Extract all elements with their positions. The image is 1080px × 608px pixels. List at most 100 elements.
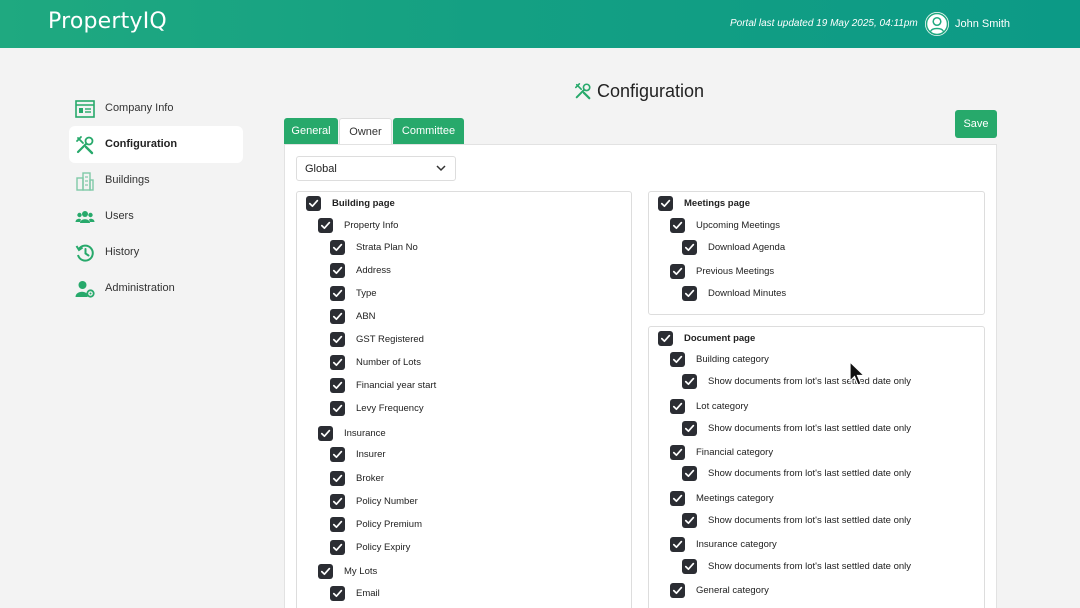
sidebar-item-administration[interactable]: Administration [69, 270, 243, 307]
checkmark-icon [332, 312, 343, 321]
checkmark-icon [332, 450, 343, 459]
sidebar-item-company-info[interactable]: Company Info [69, 90, 243, 127]
checkmark-icon [672, 494, 683, 503]
checkbox-label: Building category [696, 354, 769, 365]
checkbox[interactable] [330, 286, 345, 301]
checkmark-icon [332, 497, 343, 506]
checkmark-icon [684, 562, 695, 571]
checkbox[interactable] [658, 331, 673, 346]
history-icon [75, 244, 94, 262]
checkbox[interactable] [330, 355, 345, 370]
checkmark-icon [684, 243, 695, 252]
avatar[interactable] [925, 12, 949, 36]
top-bar: PropertyIQ Portal last updated 19 May 20… [0, 0, 1080, 48]
checkbox[interactable] [318, 426, 333, 441]
checkbox[interactable] [330, 401, 345, 416]
checkmark-icon [320, 221, 331, 230]
checkbox-label: Levy Frequency [356, 403, 424, 414]
checkmark-icon [672, 402, 683, 411]
checkbox[interactable] [682, 374, 697, 389]
tab-owner[interactable]: Owner [339, 118, 392, 145]
checkbox[interactable] [682, 421, 697, 436]
user-gear-icon [75, 281, 95, 298]
checkmark-icon [672, 540, 683, 549]
scope-select[interactable]: Global [296, 156, 456, 181]
scope-select-value: Global [305, 163, 337, 175]
user-name[interactable]: John Smith [955, 18, 1010, 30]
checkmark-icon [660, 199, 671, 208]
checkbox[interactable] [670, 445, 685, 460]
checkbox[interactable] [330, 263, 345, 278]
checkbox[interactable] [306, 196, 321, 211]
sidebar-item-label: Buildings [105, 174, 150, 186]
checkmark-icon [308, 199, 319, 208]
checkbox[interactable] [330, 378, 345, 393]
sidebar-item-configuration[interactable]: Configuration [69, 126, 243, 163]
checkbox[interactable] [670, 537, 685, 552]
checkbox[interactable] [330, 471, 345, 486]
checkbox[interactable] [682, 513, 697, 528]
checkbox[interactable] [330, 447, 345, 462]
checkmark-icon [660, 334, 671, 343]
checkbox-label: Show documents from lot's last settled d… [708, 515, 911, 526]
checkbox[interactable] [682, 286, 697, 301]
checkbox[interactable] [670, 264, 685, 279]
checkbox-label: General category [696, 585, 769, 596]
checkbox[interactable] [670, 352, 685, 367]
building-page-section [296, 191, 632, 608]
checkbox-label: Insurance [344, 428, 386, 439]
checkbox-label: ABN [356, 311, 376, 322]
checkmark-icon [684, 516, 695, 525]
checkbox-label: Building page [332, 198, 395, 209]
checkbox[interactable] [682, 559, 697, 574]
checkmark-icon [320, 429, 331, 438]
checkmark-icon [320, 567, 331, 576]
checkmark-icon [672, 586, 683, 595]
checkmark-icon [332, 474, 343, 483]
checkmark-icon [332, 543, 343, 552]
checkbox-label: Policy Expiry [356, 542, 411, 553]
checkbox[interactable] [330, 240, 345, 255]
checkbox[interactable] [330, 309, 345, 324]
checkmark-icon [332, 381, 343, 390]
checkbox[interactable] [682, 240, 697, 255]
sidebar-item-users[interactable]: Users [69, 198, 243, 235]
save-button[interactable]: Save [955, 110, 997, 138]
checkbox[interactable] [330, 494, 345, 509]
checkbox[interactable] [330, 517, 345, 532]
sidebar-item-label: History [105, 246, 140, 258]
checkmark-icon [332, 289, 343, 298]
chevron-down-icon [436, 165, 446, 172]
checkbox-label: Document page [684, 333, 756, 344]
sidebar-item-label: Configuration [105, 138, 178, 150]
checkbox[interactable] [318, 218, 333, 233]
checkmark-icon [684, 469, 695, 478]
sidebar-item-history[interactable]: History [69, 234, 243, 271]
checkbox[interactable] [330, 540, 345, 555]
checkbox-label: Download Minutes [708, 288, 787, 299]
checkbox[interactable] [670, 218, 685, 233]
logo[interactable]: PropertyIQ [48, 9, 167, 34]
sidebar-item-buildings[interactable]: Buildings [69, 162, 243, 199]
checkmark-icon [332, 404, 343, 413]
checkbox[interactable] [658, 196, 673, 211]
checkbox[interactable] [670, 491, 685, 506]
checkbox-label: Broker [356, 473, 384, 484]
checkbox[interactable] [330, 332, 345, 347]
checkbox-label: Number of Lots [356, 357, 421, 368]
checkbox[interactable] [318, 564, 333, 579]
checkmark-icon [672, 355, 683, 364]
meetings-page-section [648, 191, 985, 315]
checkbox[interactable] [670, 583, 685, 598]
checkbox[interactable] [682, 466, 697, 481]
checkbox-label: Meetings category [696, 493, 774, 504]
tab-committee[interactable]: Committee [393, 118, 464, 144]
tools-icon [574, 82, 591, 100]
checkbox[interactable] [330, 586, 345, 601]
checkbox[interactable] [670, 399, 685, 414]
sidebar-item-label: Administration [105, 282, 175, 294]
tab-general[interactable]: General [284, 118, 338, 144]
checkbox-label: Property Info [344, 220, 399, 231]
checkbox-label: Upcoming Meetings [696, 220, 780, 231]
checkmark-icon [332, 589, 343, 598]
